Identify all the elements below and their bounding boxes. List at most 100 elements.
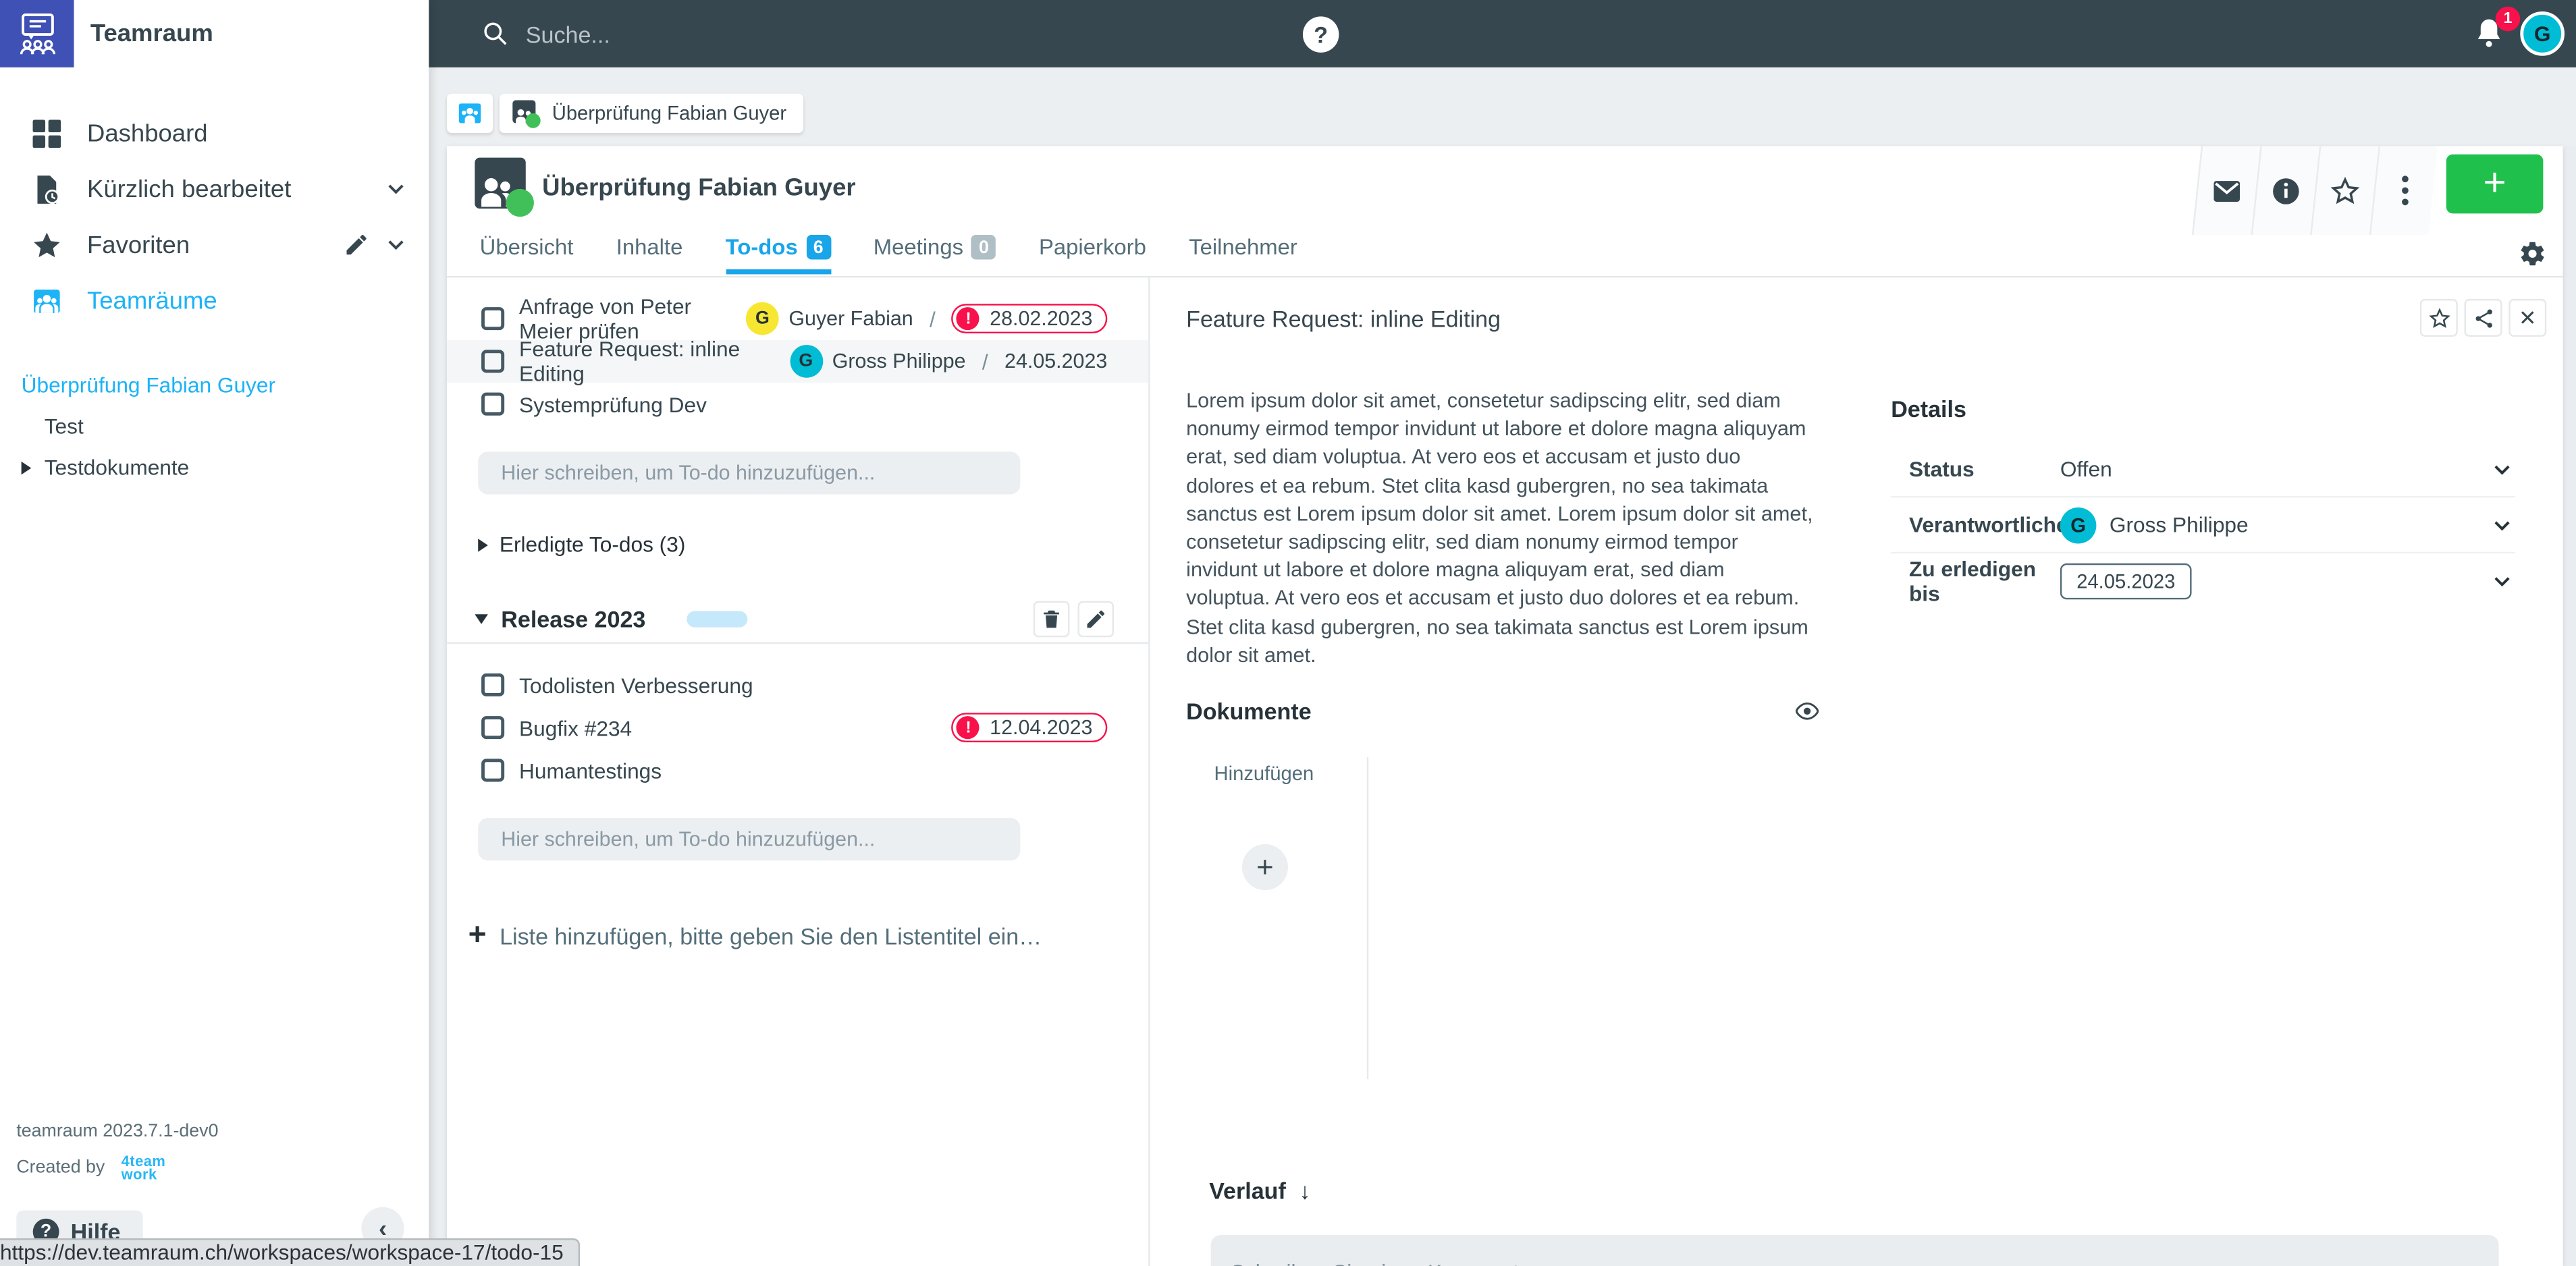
star-icon [30,228,63,261]
add-todo-input[interactable] [478,451,1020,494]
assignee-avatar: G [2060,507,2097,543]
todo-checkbox[interactable] [481,307,504,330]
documents-divider [1367,757,1368,1079]
todo-label[interactable]: Bugfix #234 [519,715,952,740]
todo-checkbox[interactable] [481,716,504,739]
tab-inhalte[interactable]: Inhalte [616,235,683,269]
breadcrumb-home-chip[interactable] [447,94,493,133]
todo-checkbox[interactable] [481,350,504,373]
topbar: ? 1 G [429,0,2576,67]
arrow-down-icon[interactable]: ↓ [1299,1178,1310,1204]
share-todo-button[interactable] [2465,299,2502,337]
team-people-icon [457,100,483,126]
sidebar-item-teamraeume[interactable]: Teamräume [0,273,429,329]
favorite-button[interactable] [2310,146,2378,235]
assignee-name[interactable]: Guyer Fabian [788,307,913,330]
todo-list-title[interactable]: Release 2023 [501,605,645,632]
favorite-todo-button[interactable] [2420,299,2458,337]
meetings-count-badge: 0 [971,235,996,260]
more-options-button[interactable] [2369,146,2438,235]
assignee-avatar[interactable]: G [746,302,779,335]
tree-item-workspace[interactable]: Überprüfung Fabian Guyer [0,364,429,406]
breadcrumb-workspace-chip[interactable]: Überprüfung Fabian Guyer [500,94,803,133]
sidebar-item-favorites[interactable]: Favoriten [0,217,429,273]
gear-icon[interactable] [2519,240,2546,267]
tree-item-testdokumente[interactable]: Testdokumente [0,447,429,488]
app-logo[interactable] [0,0,74,67]
sidebar: Teamraum Dashboard Kürzlich bearbeitet F… [0,0,429,1266]
chevron-down-icon[interactable] [2489,456,2515,482]
completed-todos-toggle[interactable]: Erledigte To-dos (3) [478,532,1148,557]
todo-row: Bugfix #234 ! 12.04.2023 [447,706,1148,748]
sidebar-item-recent[interactable]: Kürzlich bearbeitet [0,161,429,217]
mail-button[interactable] [2192,146,2260,235]
todo-checkbox[interactable] [481,673,504,696]
chevron-down-icon[interactable] [383,175,409,202]
breadcrumb-workspace-label: Überprüfung Fabian Guyer [552,102,786,125]
tree-item-test[interactable]: Test [0,406,429,447]
todo-label[interactable]: Anfrage von Peter Meier prüfen [519,294,746,343]
expand-triangle-icon[interactable] [22,462,32,474]
chevron-down-icon[interactable] [2489,568,2515,595]
add-todo-input[interactable] [478,818,1020,860]
todos-content: Anfrage von Peter Meier prüfen G Guyer F… [447,277,2563,1266]
due-date-field[interactable]: 24.05.2023 [2060,563,2192,600]
sidebar-item-dashboard[interactable]: Dashboard [0,105,429,161]
tab-meetings[interactable]: Meetings 0 [874,235,996,269]
due-date-overdue[interactable]: ! 28.02.2023 [952,304,1107,333]
help-icon[interactable]: ? [1303,16,1339,53]
add-content-button[interactable]: + [2446,155,2544,214]
todo-label[interactable]: Feature Request: inline Editing [519,337,789,386]
due-date-text: 12.04.2023 [990,716,1092,739]
due-date-overdue[interactable]: ! 12.04.2023 [952,713,1107,742]
close-detail-button[interactable]: ✕ [2508,299,2546,337]
chevron-down-icon[interactable] [383,231,409,258]
assignee-name[interactable]: Gross Philippe [832,350,966,373]
info-button[interactable] [2251,146,2319,235]
due-date-row[interactable]: Zu erledigen bis 24.05.2023 [1891,553,2515,609]
due-date[interactable]: 24.05.2023 [1004,350,1107,373]
info-icon [2270,175,2301,206]
status-row[interactable]: Status Offen [1891,442,2515,498]
tab-uebersicht[interactable]: Übersicht [480,235,574,269]
recent-document-icon [30,173,63,206]
detail-description: Lorem ipsum dolor sit amet, consetetur s… [1186,387,1814,670]
add-document-button[interactable]: + [1242,844,1288,890]
todo-label[interactable]: Humantestings [519,758,1107,783]
tab-papierkorb[interactable]: Papierkorb [1039,235,1146,269]
notifications-button[interactable]: 1 [2471,15,2510,54]
tab-teilnehmer[interactable]: Teilnehmer [1189,235,1297,269]
assignee-row[interactable]: Verantwortlicher G Gross Philippe [1891,497,2515,553]
team-people-icon [30,284,63,317]
user-avatar[interactable]: G [2520,11,2565,56]
add-list-button[interactable]: + Liste hinzufügen, bitte geben Sie den … [468,923,1149,950]
notification-count-badge: 1 [2496,7,2521,32]
todo-label[interactable]: Systemprüfung Dev [519,391,1107,416]
edit-pencil-icon[interactable] [344,231,370,258]
trash-icon [1040,607,1063,630]
history-heading: Verlauf [1209,1178,1286,1204]
collapse-triangle-icon[interactable] [475,613,487,624]
todo-checkbox[interactable] [481,393,504,416]
eye-icon[interactable] [1794,698,1821,724]
comment-input[interactable] [1211,1235,2499,1266]
todo-label[interactable]: Todolisten Verbesserung [519,673,1107,698]
detail-actions: ✕ [2420,299,2546,337]
edit-list-button[interactable] [1078,601,1115,637]
todo-row: Humantestings [447,749,1148,792]
4teamwork-logo[interactable]: 4teamwork [122,1155,166,1181]
chevron-down-icon[interactable] [2489,512,2515,538]
sidebar-header: Teamraum [0,0,429,67]
scrollbar-gutter[interactable] [2563,146,2576,1266]
delete-list-button[interactable] [1034,601,1070,637]
assignee-avatar[interactable]: G [789,345,822,378]
workspace-mini-icon [512,99,540,127]
todo-checkbox[interactable] [481,759,504,781]
tab-todos[interactable]: To-dos 6 [726,235,831,274]
search-input[interactable] [526,20,1117,47]
share-icon [2472,306,2495,329]
created-by: Created by 4teamwork [16,1155,429,1181]
star-outline-icon [2330,175,2361,206]
expand-triangle-icon [478,538,488,551]
global-search[interactable] [481,20,1171,47]
